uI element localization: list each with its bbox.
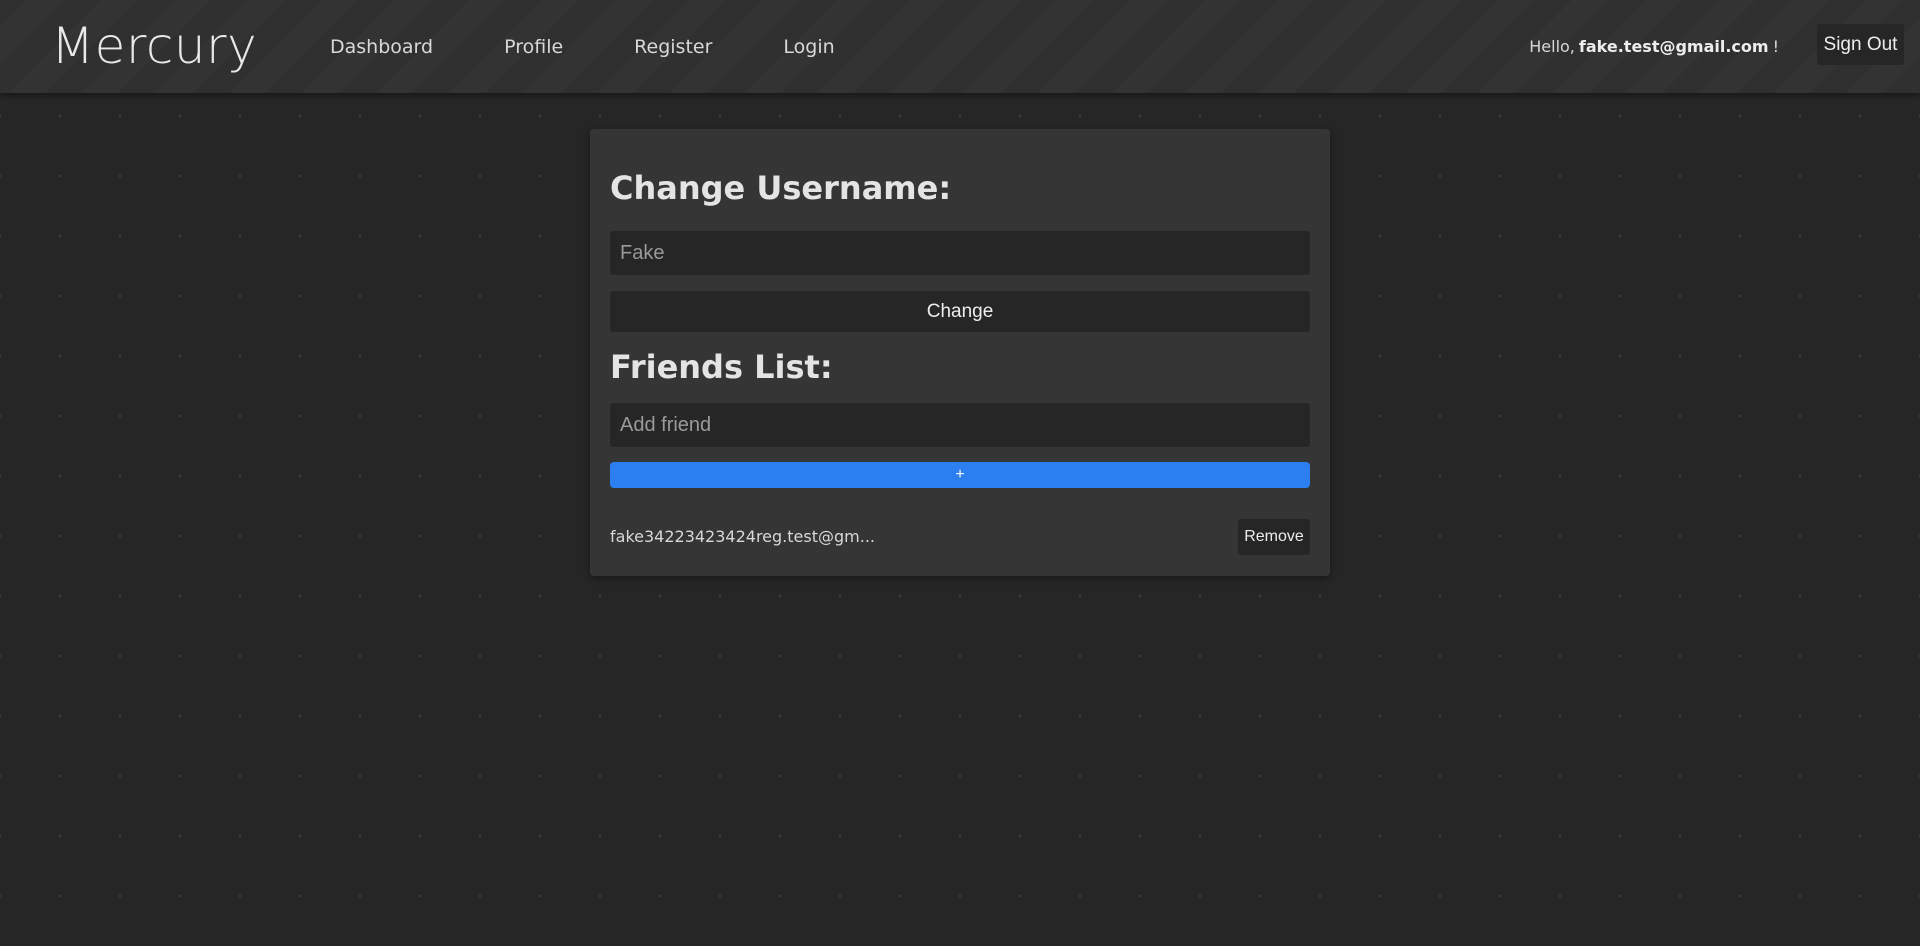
brand-logo[interactable]: Mercury (51, 14, 257, 78)
nav-link-profile[interactable]: Profile (504, 36, 563, 58)
remove-friend-button[interactable]: Remove (1238, 519, 1310, 555)
nav-link-register[interactable]: Register (634, 36, 712, 58)
change-username-button[interactable]: Change (610, 291, 1310, 332)
greeting-email: fake.test@gmail.com (1578, 37, 1769, 56)
user-greeting: Hello, fake.test@gmail.com ! (1529, 0, 1779, 93)
sign-out-button[interactable]: Sign Out (1817, 24, 1904, 65)
friends-list-heading: Friends List: (610, 348, 833, 386)
friend-email: fake34223423424reg.test@gm... (610, 527, 875, 546)
greeting-suffix: ! (1772, 37, 1779, 56)
top-navbar: Mercury Dashboard Profile Register Login… (0, 0, 1920, 93)
nav-link-dashboard[interactable]: Dashboard (330, 36, 433, 58)
main-nav: Dashboard Profile Register Login (330, 0, 906, 93)
add-friend-button[interactable]: + (610, 462, 1310, 488)
username-input[interactable] (610, 231, 1310, 275)
profile-card: Change Username: Change Friends List: + … (590, 129, 1330, 576)
change-username-heading: Change Username: (610, 169, 952, 207)
nav-link-login[interactable]: Login (783, 36, 834, 58)
friend-list-item: fake34223423424reg.test@gm... Remove (610, 519, 1310, 555)
greeting-prefix: Hello, (1529, 37, 1575, 56)
add-friend-input[interactable] (610, 403, 1310, 447)
